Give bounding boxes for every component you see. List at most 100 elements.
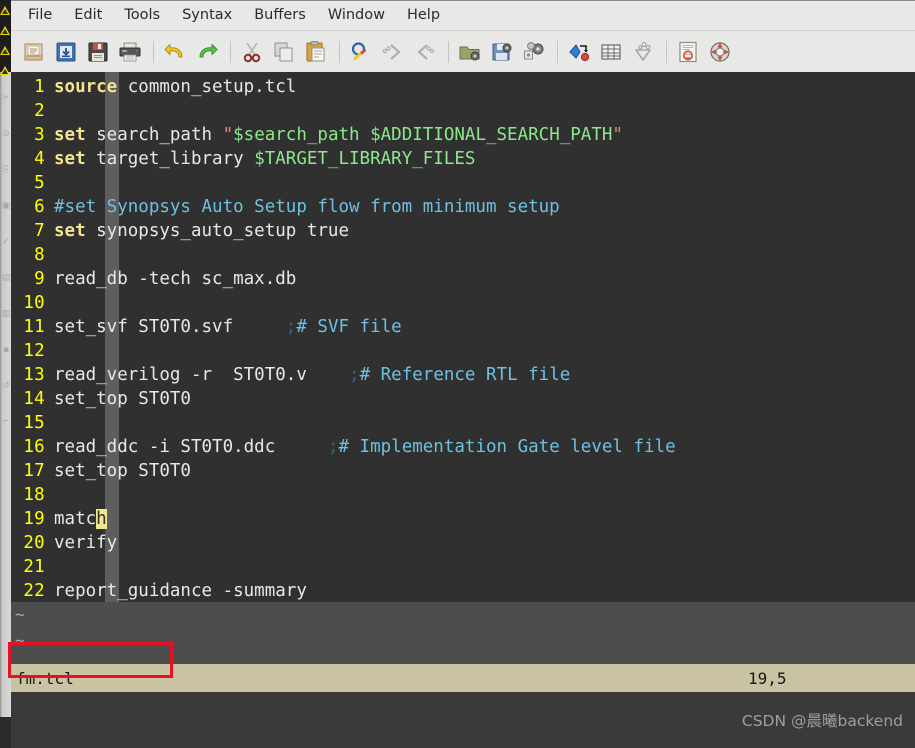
- code-line[interactable]: 21: [11, 555, 915, 579]
- toolbar-separator: [230, 40, 231, 63]
- code-token: search_path: [85, 125, 223, 145]
- make-tags-icon[interactable]: [628, 37, 658, 67]
- code-line[interactable]: 19 match: [11, 507, 915, 531]
- find-icon[interactable]: [346, 37, 376, 67]
- menu-edit[interactable]: Edit: [63, 4, 113, 26]
- line-text: set search_path "$search_path $ADDITIONA…: [54, 123, 623, 147]
- code-line[interactable]: 16 read_ddc -i ST0T0.ddc ;# Implementatio…: [11, 435, 915, 459]
- run-script-icon[interactable]: [519, 37, 549, 67]
- status-filename: fm.tcl: [16, 668, 74, 688]
- undo-icon[interactable]: [160, 37, 190, 67]
- redo-icon[interactable]: [192, 37, 222, 67]
- toolbar-separator: [557, 40, 558, 63]
- code-line[interactable]: 20 verify: [11, 531, 915, 555]
- code-editor[interactable]: 1 source common_setup.tcl 2 3 set search_pat…: [11, 72, 915, 602]
- code-token: report_guidance -summary: [54, 581, 307, 601]
- copy-icon[interactable]: [269, 37, 299, 67]
- line-text: set_svf ST0T0.svf ;# SVF file: [54, 315, 402, 339]
- line-text: read_ddc -i ST0T0.ddc ;# Implementation …: [54, 435, 676, 459]
- save-icon[interactable]: [83, 37, 113, 67]
- code-line[interactable]: 3 set search_path "$search_path $ADDITION…: [11, 123, 915, 147]
- line-number: 1: [34, 77, 45, 97]
- code-line[interactable]: 18: [11, 483, 915, 507]
- code-token: #set Synopsys Auto Setup flow from minim…: [54, 197, 560, 217]
- code-token: verify: [54, 533, 118, 553]
- code-line[interactable]: 10: [11, 291, 915, 315]
- code-token: target_library: [85, 149, 255, 169]
- cut-icon[interactable]: [237, 37, 267, 67]
- toolbar-separator: [448, 40, 449, 63]
- code-token: # Implementation Gate level file: [338, 437, 676, 457]
- code-token: set_top ST0T0: [54, 461, 191, 481]
- code-token: set: [54, 125, 86, 145]
- line-text: read_db -tech sc_max.db: [54, 267, 296, 291]
- warning-triangle-icon: [0, 6, 10, 15]
- code-line[interactable]: 4 set target_library $TARGET_LIBRARY_FILE…: [11, 147, 915, 171]
- paste-icon[interactable]: [301, 37, 331, 67]
- find-help-icon[interactable]: [705, 37, 735, 67]
- menu-syntax[interactable]: Syntax: [171, 4, 243, 26]
- code-token: read_verilog -r ST0T0.v: [54, 365, 350, 385]
- code-line[interactable]: 6 #set Synopsys Auto Setup flow from mini…: [11, 195, 915, 219]
- code-token: set_top ST0T0: [54, 389, 191, 409]
- code-line[interactable]: 12: [11, 339, 915, 363]
- code-line[interactable]: 15: [11, 411, 915, 435]
- code-token: common_setup.tcl: [117, 77, 297, 97]
- save-session-icon[interactable]: [487, 37, 517, 67]
- open-file-icon[interactable]: [51, 37, 81, 67]
- code-token: $TARGET_LIBRARY_FILES: [254, 149, 476, 169]
- menu-tools[interactable]: Tools: [113, 4, 171, 26]
- code-line[interactable]: 5: [11, 171, 915, 195]
- line-number: 2: [34, 101, 45, 121]
- code-token: matc: [54, 509, 97, 529]
- code-lines: 1 source common_setup.tcl 2 3 set search_pat…: [11, 72, 915, 602]
- line-number: 20: [23, 533, 45, 553]
- warning-triangle-icon: [0, 26, 10, 35]
- line-number: 22: [23, 581, 45, 601]
- warning-triangle-icon: [0, 66, 10, 75]
- menu-help[interactable]: Help: [396, 4, 451, 26]
- menu-window[interactable]: Window: [317, 4, 396, 26]
- toolbar-separator: [666, 40, 667, 63]
- gvim-window: File Edit Tools Syntax Buffers Window He…: [11, 0, 915, 748]
- line-text: set target_library $TARGET_LIBRARY_FILES: [54, 147, 475, 171]
- code-line[interactable]: 2: [11, 99, 915, 123]
- load-session-icon[interactable]: [455, 37, 485, 67]
- shell-icon[interactable]: [596, 37, 626, 67]
- menu-buffers[interactable]: Buffers: [243, 4, 317, 26]
- code-line[interactable]: 9 read_db -tech sc_max.db: [11, 267, 915, 291]
- line-text: #set Synopsys Auto Setup flow from minim…: [54, 195, 560, 219]
- background-window-icon-column: ✂ ⊙ ⎘ ▣ ✓ ▤ ▥ ▪ ↺ ⌐: [1, 93, 11, 427]
- status-bar: fm.tcl 19,5: [11, 664, 915, 692]
- code-line[interactable]: 7 set synopsys_auto_setup true: [11, 219, 915, 243]
- line-text: report_guidance -summary: [54, 579, 307, 602]
- find-prev-icon[interactable]: [410, 37, 440, 67]
- code-line[interactable]: 8: [11, 243, 915, 267]
- code-line[interactable]: 14 set_top ST0T0: [11, 387, 915, 411]
- print-icon[interactable]: [115, 37, 145, 67]
- menu-file[interactable]: File: [17, 4, 63, 26]
- code-token: # SVF file: [296, 317, 402, 337]
- status-cursor-position: 19,5: [748, 668, 787, 688]
- find-next-icon[interactable]: [378, 37, 408, 67]
- code-token: source: [54, 77, 118, 97]
- code-line[interactable]: 22 report_guidance -summary: [11, 579, 915, 602]
- code-token: ;: [327, 437, 339, 457]
- line-text: match: [54, 507, 107, 531]
- help-icon[interactable]: [673, 37, 703, 67]
- line-number: 8: [34, 245, 45, 265]
- code-token: set_svf ST0T0.svf: [54, 317, 286, 337]
- code-token: ": [222, 125, 234, 145]
- code-line[interactable]: 1 source common_setup.tcl: [11, 75, 915, 99]
- code-token: set: [54, 221, 86, 241]
- new-file-icon[interactable]: [19, 37, 49, 67]
- code-line[interactable]: 17 set_top ST0T0: [11, 459, 915, 483]
- code-token: set: [54, 149, 86, 169]
- code-token: read_db -tech sc_max.db: [54, 269, 297, 289]
- watermark-text: CSDN @晨曦backend: [741, 712, 903, 730]
- code-token: ;: [285, 317, 297, 337]
- make-icon[interactable]: [564, 37, 594, 67]
- line-number: 10: [23, 293, 45, 313]
- code-line[interactable]: 13 read_verilog -r ST0T0.v ;# Reference R…: [11, 363, 915, 387]
- code-line[interactable]: 11 set_svf ST0T0.svf ;# SVF file: [11, 315, 915, 339]
